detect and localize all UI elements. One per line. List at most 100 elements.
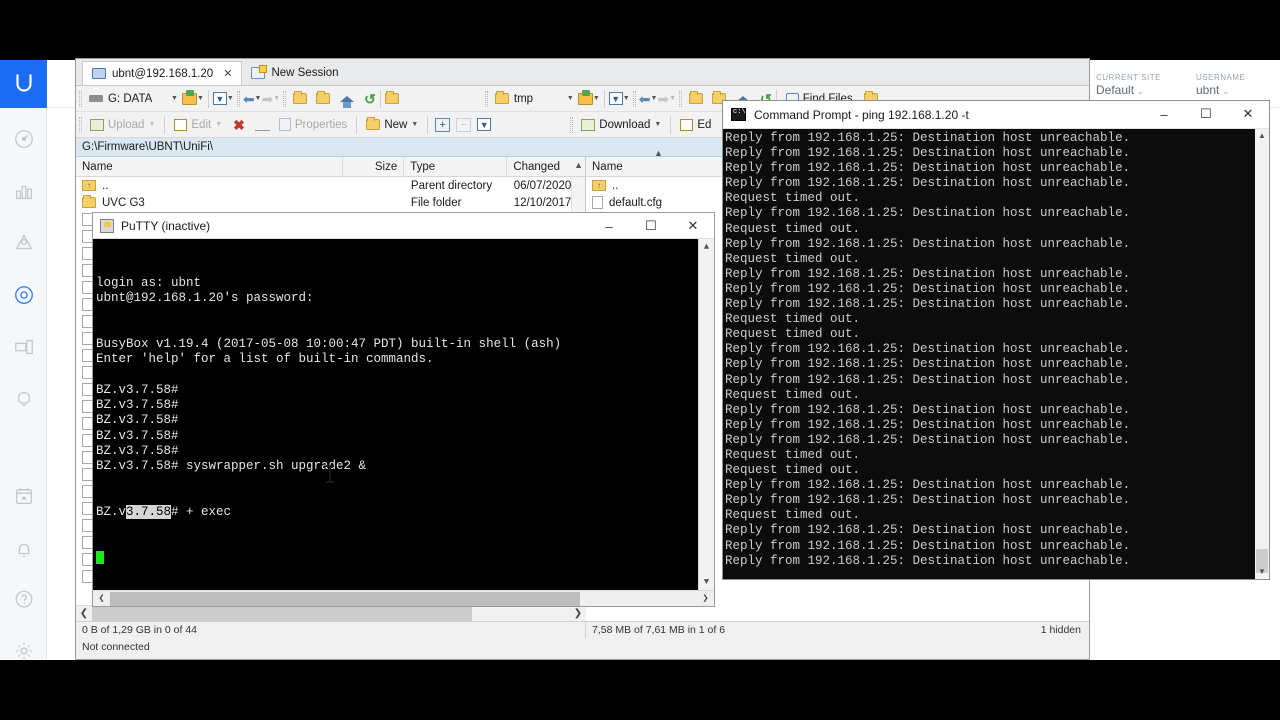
home-directory-icon[interactable] xyxy=(340,95,355,108)
toolbar-grip xyxy=(484,90,488,107)
table-row[interactable]: ↑ .. Parent directory 06/07/2020 xyxy=(76,177,585,194)
column-header-size[interactable]: Size xyxy=(343,156,405,177)
forward-icon: ➡ xyxy=(261,90,274,107)
close-button[interactable]: ✕ xyxy=(1227,101,1269,127)
column-header-name[interactable]: Name xyxy=(586,157,716,177)
parent-directory-icon[interactable] xyxy=(293,91,308,104)
scroll-up-icon[interactable]: ▲ xyxy=(1255,129,1269,143)
back-icon[interactable]: ⬅ xyxy=(639,92,651,106)
new-button[interactable]: New ▼ xyxy=(361,115,423,135)
scroll-up-icon[interactable]: ▲ xyxy=(699,239,714,255)
tab-label: ubnt@192.168.1.20 xyxy=(112,67,214,80)
table-row[interactable]: UVC G3 File folder 12/10/2017 xyxy=(76,194,585,211)
sidebar-item-help[interactable] xyxy=(0,578,47,620)
sidebar-item-settings[interactable] xyxy=(0,630,47,672)
toolbar-grip xyxy=(236,90,240,107)
chevron-down-icon[interactable]: ▼ xyxy=(650,95,657,102)
chevron-down-icon[interactable]: ▼ xyxy=(197,95,204,102)
sidebar-item-statistics[interactable] xyxy=(0,170,47,212)
scroll-down-icon[interactable]: ▼ xyxy=(1255,565,1269,579)
delete-icon[interactable]: ✖ xyxy=(233,118,245,132)
cmd-vertical-scrollbar[interactable]: ▲ ▼ xyxy=(1255,129,1269,579)
putty-terminal[interactable]: login as: ubnt ubnt@192.168.1.20's passwo… xyxy=(93,239,714,590)
remote-edit-button[interactable]: Ed xyxy=(675,115,716,135)
sidebar-item-clients[interactable] xyxy=(0,326,47,368)
sidebar-item-events[interactable] xyxy=(0,475,47,517)
cmd-output-area[interactable]: Reply from 192.168.1.25: Destination hos… xyxy=(723,129,1255,579)
cmd-output-line: Reply from 192.168.1.25: Destination hos… xyxy=(725,281,1131,296)
properties-button: Properties xyxy=(274,115,352,135)
chevron-down-icon[interactable]: ▼ xyxy=(255,95,262,102)
download-button[interactable]: Download ▼ xyxy=(576,115,666,135)
cmd-title-bar[interactable]: Command Prompt - ping 192.168.1.20 -t – … xyxy=(723,101,1269,129)
scroll-down-icon[interactable]: ▼ xyxy=(699,574,714,590)
local-panel-hscrollbar[interactable]: ❮ ❯ xyxy=(76,605,586,621)
chevron-down-icon[interactable]: ▼ xyxy=(593,95,600,102)
refresh-icon[interactable]: ↺ xyxy=(364,92,376,106)
sidebar-item-devices[interactable] xyxy=(0,274,47,316)
sidebar-item-map[interactable] xyxy=(0,222,47,264)
sidebar-item-dashboard[interactable] xyxy=(0,118,47,160)
download-label: Download xyxy=(599,118,651,131)
maximize-button[interactable]: ☐ xyxy=(1185,101,1227,127)
bookmark-icon[interactable] xyxy=(384,91,399,104)
scroll-right-icon[interactable]: ❯ xyxy=(570,608,586,619)
scroll-right-icon[interactable]: ❯ xyxy=(697,593,714,605)
rename-icon[interactable] xyxy=(254,119,270,131)
cmd-output-line: Reply from 192.168.1.25: Destination hos… xyxy=(725,236,1131,251)
minimize-button[interactable]: – xyxy=(588,213,630,239)
close-icon[interactable]: ✕ xyxy=(223,67,232,80)
cmd-window-controls: – ☐ ✕ xyxy=(1143,101,1269,127)
close-button[interactable]: ✕ xyxy=(672,213,714,239)
upload-icon xyxy=(90,118,104,131)
chevron-down-icon[interactable]: ▼ xyxy=(171,95,178,102)
chevron-down-icon[interactable]: ▼ xyxy=(623,95,630,102)
chevron-down-icon[interactable]: ▼ xyxy=(567,95,574,102)
chevron-down-icon[interactable]: ▼ xyxy=(654,121,661,128)
putty-vertical-scrollbar[interactable]: ▲ ▼ xyxy=(698,239,714,590)
column-header-type[interactable]: Type xyxy=(404,156,508,177)
remote-directory-combo[interactable]: tmp ▼ xyxy=(491,89,578,109)
scroll-left-icon[interactable]: ❮ xyxy=(93,593,110,605)
chevron-down-icon[interactable]: ▼ xyxy=(411,121,418,128)
putty-title-bar[interactable]: PuTTY (inactive) – ☐ ✕ xyxy=(93,213,714,239)
putty-line: BusyBox v1.19.4 (2017-05-08 10:00:47 PDT… xyxy=(96,336,562,351)
winscp-connection-bar: Not connected xyxy=(76,638,1089,659)
scroll-thumb[interactable] xyxy=(92,606,472,621)
cmd-output-line: Reply from 192.168.1.25: Destination hos… xyxy=(725,131,1131,145)
scroll-thumb[interactable] xyxy=(110,591,580,606)
username-selector[interactable]: USERNAME ubnt ⌄ xyxy=(1196,72,1245,99)
cmd-output-line: Reply from 192.168.1.25: Destination hos… xyxy=(725,417,1131,432)
back-icon[interactable]: ⬅ xyxy=(243,92,255,106)
prompt-suffix: # + exec xyxy=(171,505,232,520)
statistics-icon xyxy=(15,185,32,199)
parent-directory-icon[interactable] xyxy=(689,91,704,104)
select-add-icon[interactable]: + xyxy=(435,117,451,132)
local-drive-combo[interactable]: G: DATA ▼ xyxy=(85,89,182,109)
tab-session-ubnt[interactable]: ubnt@192.168.1.20 ✕ xyxy=(82,61,243,85)
open-directory-icon[interactable] xyxy=(181,89,197,105)
filter-icon[interactable]: ▼ xyxy=(212,92,227,105)
select-filter-icon[interactable]: ▼ xyxy=(477,118,492,131)
properties-label: Properties xyxy=(294,118,348,131)
sidebar-item-insights[interactable] xyxy=(0,378,47,420)
local-column-headers: Name Size Type Changed ▲ xyxy=(76,156,585,177)
tab-new-session[interactable]: New Session xyxy=(242,61,347,85)
chevron-down-icon[interactable]: ▼ xyxy=(227,95,234,102)
toolbar-grip xyxy=(79,116,82,133)
minimize-button[interactable]: – xyxy=(1143,101,1185,127)
root-directory-icon[interactable] xyxy=(316,91,331,104)
current-site-value: Default ⌄ xyxy=(1096,83,1144,97)
column-header-name[interactable]: Name xyxy=(76,156,344,177)
open-remote-directory-icon[interactable] xyxy=(577,89,593,105)
maximize-button[interactable]: ☐ xyxy=(630,213,672,239)
current-site-selector[interactable]: CURRENT SITE Default ⌄ xyxy=(1096,72,1161,99)
download-icon xyxy=(581,118,596,131)
putty-horizontal-scrollbar[interactable]: ❮ ❯ xyxy=(93,590,714,606)
cmd-output-line: Request timed out. xyxy=(725,508,861,523)
scroll-left-icon[interactable]: ❮ xyxy=(76,608,92,619)
cmd-output-line: Request timed out. xyxy=(725,221,861,236)
filter-icon[interactable]: ▼ xyxy=(608,92,623,105)
unifi-logo[interactable] xyxy=(0,60,47,108)
sidebar-item-alerts[interactable] xyxy=(0,528,47,570)
